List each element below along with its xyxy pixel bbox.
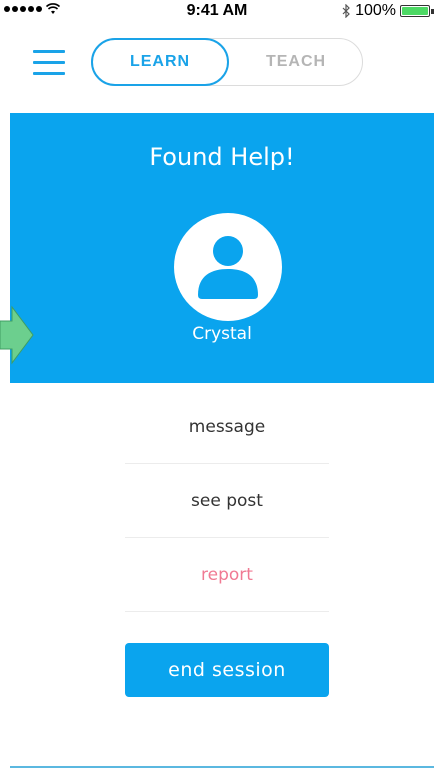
end-session-button[interactable]: end session [125,643,329,697]
bottom-divider [10,766,434,768]
learn-teach-toggle: LEARN TEACH [91,38,363,86]
hamburger-menu-icon[interactable] [33,50,65,76]
helper-name: Crystal [192,324,252,344]
right-arrow-icon[interactable] [0,305,34,365]
session-actions-list: message see post report [125,390,329,612]
report-action[interactable]: report [125,538,329,612]
tab-learn[interactable]: LEARN [91,38,229,86]
status-right-group: 100% [342,2,434,20]
message-action[interactable]: message [125,390,329,464]
see-post-action[interactable]: see post [125,464,329,538]
person-avatar-icon[interactable] [174,213,282,321]
header: LEARN TEACH [0,36,434,90]
battery-percent: 100% [355,2,396,19]
tab-teach[interactable]: TEACH [229,38,363,86]
bluetooth-icon [342,4,350,18]
panel-title: Found Help! [149,143,295,171]
found-help-panel: Found Help! Crystal [10,113,434,383]
battery-icon [400,5,430,17]
status-bar: 9:41 AM 100% [0,0,434,22]
